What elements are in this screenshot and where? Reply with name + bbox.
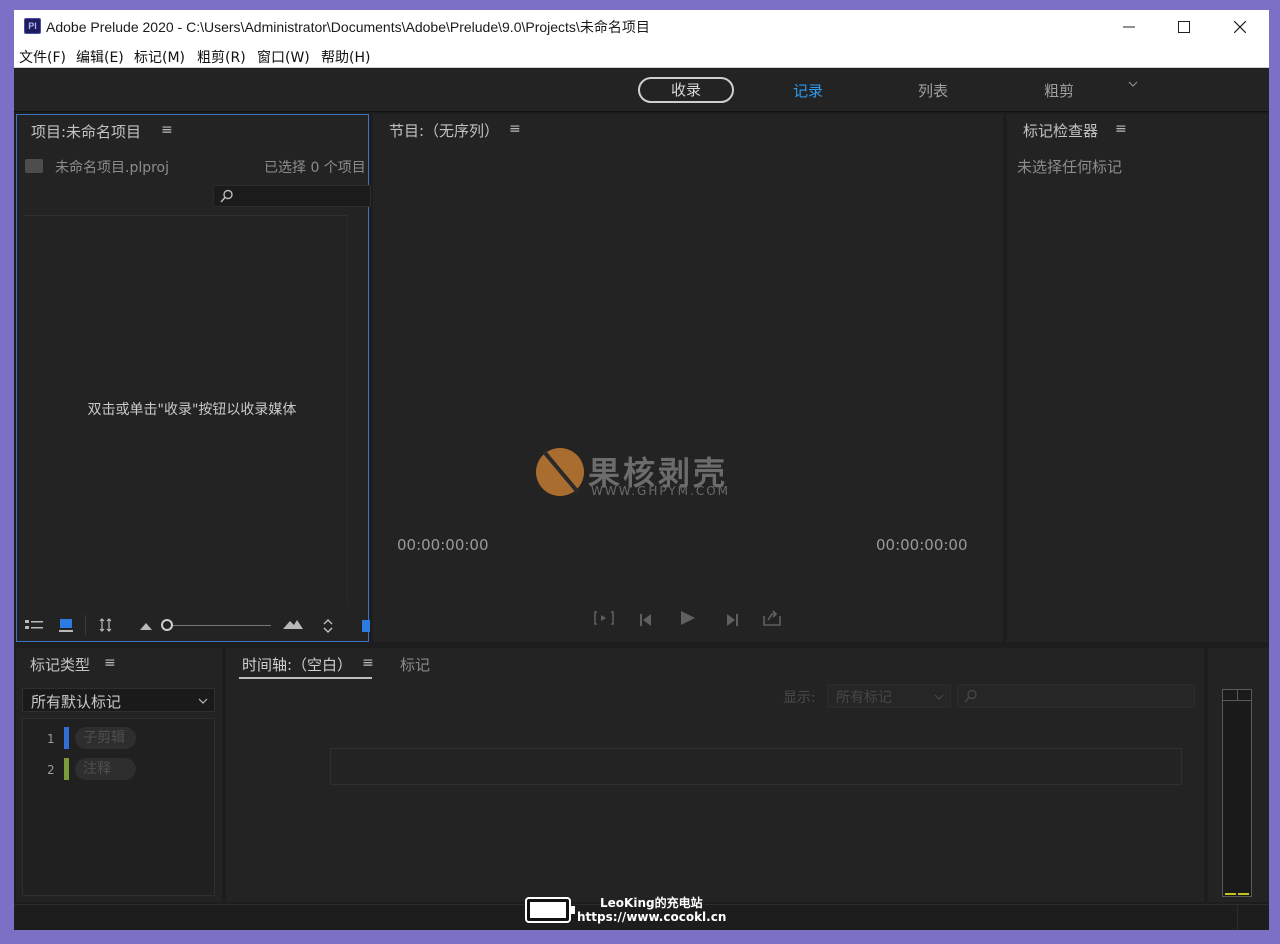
mark-in-out-icon[interactable] xyxy=(594,610,614,630)
app-window: Pl Adobe Prelude 2020 - C:\Users\Adminis… xyxy=(14,10,1269,930)
title-bar: Pl Adobe Prelude 2020 - C:\Users\Adminis… xyxy=(14,10,1269,44)
minimize-icon xyxy=(1123,26,1135,28)
timecode-duration: 00:00:00:00 xyxy=(876,536,968,554)
selected-count: 已选择 0 个项目 xyxy=(264,160,366,176)
marker-type-panel-title: 标记类型 xyxy=(30,656,91,674)
menu-help[interactable]: 帮助(H) xyxy=(321,47,370,67)
overlay-name: LeoKing的充电站 xyxy=(600,896,703,910)
overlay-url: https://www.cocokl.cn xyxy=(577,910,727,924)
marker-type-panel-menu-icon[interactable]: ≡ xyxy=(104,655,116,671)
audio-meter-right-level xyxy=(1238,893,1249,895)
zoom-in-mountain-icon[interactable] xyxy=(283,619,303,633)
export-frame-icon[interactable] xyxy=(763,610,781,630)
project-panel: 项目:未命名项目 ≡ 未命名项目.plproj 已选择 0 个项目 双击或单击"… xyxy=(16,114,371,642)
project-panel-menu-icon[interactable]: ≡ xyxy=(161,122,173,138)
active-tab-underline xyxy=(239,677,372,679)
battery-icon xyxy=(525,897,575,923)
marker-type-list: 1 子剪辑 2 注释 xyxy=(22,718,215,896)
menu-window[interactable]: 窗口(W) xyxy=(257,47,310,67)
menu-edit[interactable]: 编辑(E) xyxy=(76,47,124,67)
close-icon xyxy=(1234,21,1246,33)
menu-marker[interactable]: 标记(M) xyxy=(134,47,185,67)
program-monitor-panel: 节目:（无序列） ≡ 00:00:00:00 00:00:00:00 xyxy=(373,114,1003,642)
step-forward-icon[interactable] xyxy=(723,612,739,630)
watermark-url: WWW.GHPYM.COM xyxy=(591,484,731,498)
marker-type-number: 1 xyxy=(47,732,55,746)
workspace-tab-list[interactable]: 列表 xyxy=(918,80,948,101)
inspector-panel-menu-icon[interactable]: ≡ xyxy=(1115,121,1127,137)
timeline-panel-menu-icon[interactable]: ≡ xyxy=(362,655,374,671)
marker-type-panel: 标记类型 ≡ 所有默认标记 1 子剪辑 2 注释 xyxy=(16,648,222,902)
audio-meter xyxy=(1222,689,1252,897)
show-markers-value: 所有标记 xyxy=(836,690,892,706)
timeline-track-area[interactable] xyxy=(330,748,1182,785)
audio-meter-left-level xyxy=(1225,893,1236,895)
inspector-panel-title: 标记检查器 xyxy=(1023,122,1099,140)
chevron-down-icon xyxy=(198,698,208,704)
new-item-icon[interactable] xyxy=(360,620,370,636)
window-title: Adobe Prelude 2020 - C:\Users\Administra… xyxy=(46,19,650,35)
maximize-button[interactable] xyxy=(1156,10,1212,44)
play-icon[interactable] xyxy=(680,611,696,629)
marker-type-color-swatch xyxy=(64,727,69,749)
show-label: 显示: xyxy=(783,690,816,706)
zoom-slider-handle[interactable] xyxy=(161,619,173,631)
marker-inspector-panel: 标记检查器 ≡ 未选择任何标记 xyxy=(1007,114,1268,642)
minimize-button[interactable] xyxy=(1101,10,1157,44)
project-folder-icon xyxy=(25,159,43,173)
timecode-current[interactable]: 00:00:00:00 xyxy=(397,536,489,554)
marker-type-button[interactable]: 注释 xyxy=(75,758,136,780)
inspector-empty-text: 未选择任何标记 xyxy=(1017,158,1123,176)
workspace-tab-rough-cut[interactable]: 粗剪 xyxy=(1044,80,1074,101)
timeline-search-input[interactable] xyxy=(957,684,1195,708)
search-icon xyxy=(964,689,977,703)
timeline-panel: 时间轴:（空白） ≡ 标记 显示: 所有标记 xyxy=(226,648,1204,902)
search-icon xyxy=(220,189,233,203)
marker-type-color-swatch xyxy=(64,758,69,780)
expand-collapse-icon[interactable] xyxy=(322,618,334,638)
workspace-tab-log[interactable]: 记录 xyxy=(793,80,823,101)
project-search-input[interactable] xyxy=(213,185,371,207)
marker-type-number: 2 xyxy=(47,763,55,777)
marker-type-dropdown-value: 所有默认标记 xyxy=(31,693,122,711)
ingest-button[interactable]: 收录 xyxy=(638,77,734,103)
toolbar-divider xyxy=(85,615,86,635)
tab-markers[interactable]: 标记 xyxy=(400,654,430,675)
marker-type-button[interactable]: 子剪辑 xyxy=(75,727,136,749)
zoom-slider-track[interactable] xyxy=(163,625,271,626)
step-back-icon[interactable] xyxy=(639,612,655,630)
list-view-icon[interactable] xyxy=(25,619,43,635)
close-button[interactable] xyxy=(1212,10,1268,44)
icon-view-icon[interactable] xyxy=(59,618,73,636)
menu-rough-cut[interactable]: 粗剪(R) xyxy=(197,47,246,67)
program-panel-title: 节目:（无序列） xyxy=(389,122,500,140)
menu-bar: 文件(F) 编辑(E) 标记(M) 粗剪(R) 窗口(W) 帮助(H) xyxy=(14,44,1269,68)
menu-file[interactable]: 文件(F) xyxy=(19,47,66,67)
workspace-bar: 收录 记录 列表 粗剪 xyxy=(14,69,1269,112)
project-empty-hint: 双击或单击"收录"按钮以收录媒体 xyxy=(87,402,297,418)
sort-icon[interactable] xyxy=(99,618,113,636)
show-markers-dropdown[interactable]: 所有标记 xyxy=(827,684,951,708)
tab-timeline[interactable]: 时间轴:（空白） xyxy=(242,654,352,675)
watermark-logo: 果核剥壳 WWW.GHPYM.COM xyxy=(536,446,746,500)
prelude-app-icon: Pl xyxy=(24,18,41,34)
audio-meter-panel xyxy=(1208,648,1269,902)
maximize-icon xyxy=(1178,21,1190,33)
chevron-down-icon xyxy=(934,694,944,700)
zoom-out-mountain-icon[interactable] xyxy=(140,620,152,634)
overlay-badge: LeoKing的充电站 https://www.cocokl.cn xyxy=(525,893,735,929)
marker-type-dropdown[interactable]: 所有默认标记 xyxy=(22,688,215,712)
project-panel-title: 项目:未命名项目 xyxy=(31,123,142,141)
workspace-overflow-chevron-icon[interactable] xyxy=(1128,77,1138,93)
project-file-name: 未命名项目.plproj xyxy=(55,160,170,176)
program-panel-menu-icon[interactable]: ≡ xyxy=(509,121,521,137)
